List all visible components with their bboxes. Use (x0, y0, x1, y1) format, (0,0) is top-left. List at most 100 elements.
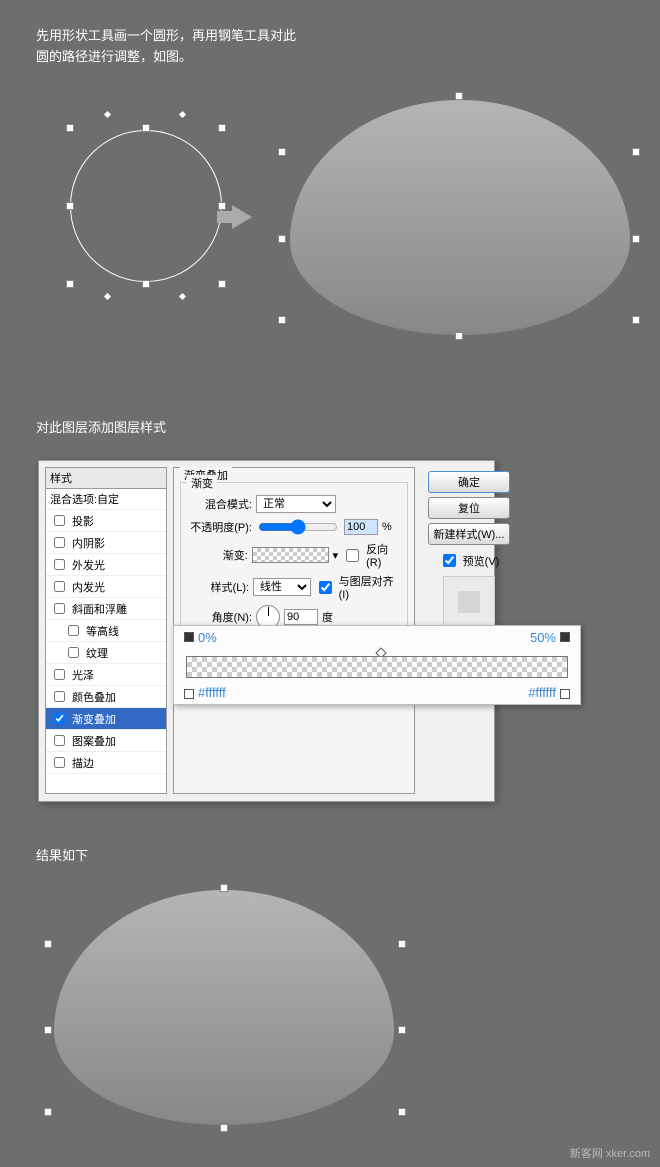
label: 外发光 (72, 557, 105, 573)
bbox-handle (66, 280, 74, 288)
blend-mode-label: 混合模式: (187, 496, 252, 512)
ok-button[interactable]: 确定 (428, 471, 510, 493)
styles-header: 样式 (46, 468, 166, 489)
align-label: 与图层对齐(I) (339, 573, 401, 601)
checkbox[interactable] (54, 581, 65, 592)
gradient-preview[interactable] (252, 547, 329, 563)
angle-label: 角度(N): (187, 609, 252, 625)
stop1-opacity: 0% (198, 630, 217, 645)
bbox-handle (44, 940, 52, 948)
bbox-handle (278, 316, 286, 324)
label: 颜色叠加 (72, 689, 116, 705)
checkbox[interactable] (68, 647, 79, 658)
instruction-text-2: 对此图层添加图层样式 (36, 418, 166, 439)
style-item-color-overlay[interactable]: 颜色叠加 (46, 686, 166, 708)
checkbox[interactable] (54, 515, 65, 526)
angle-unit: 度 (322, 609, 333, 625)
bbox-handle (220, 884, 228, 892)
opacity-unit: % (382, 521, 392, 533)
opacity-stop-right[interactable] (560, 632, 570, 644)
style-item-texture[interactable]: 纹理 (46, 642, 166, 664)
preview-swatch (458, 591, 480, 613)
checkbox[interactable] (54, 669, 65, 680)
arrow-icon (232, 205, 252, 229)
stop2-opacity: 50% (530, 630, 556, 645)
label: 内阴影 (72, 535, 105, 551)
bbox-handle (398, 1026, 406, 1034)
blend-options-row[interactable]: 混合选项:自定 (46, 489, 166, 510)
opacity-stop-left[interactable] (184, 632, 194, 644)
checkbox[interactable] (54, 691, 65, 702)
label: 纹理 (86, 645, 108, 661)
style-item-pattern-overlay[interactable]: 图案叠加 (46, 730, 166, 752)
style-select[interactable]: 线性 (253, 578, 311, 596)
style-item-contour[interactable]: 等高线 (46, 620, 166, 642)
style-item-gradient-overlay[interactable]: 渐变叠加 (46, 708, 166, 730)
anchor-point (104, 293, 111, 300)
bbox-handle (632, 148, 640, 156)
label: 光泽 (72, 667, 94, 683)
style-item-inner-shadow[interactable]: 内阴影 (46, 532, 166, 554)
dropdown-icon[interactable]: ▾ (333, 549, 339, 562)
checkbox[interactable] (54, 603, 65, 614)
preview-checkbox[interactable] (443, 554, 456, 567)
label: 图案叠加 (72, 733, 116, 749)
bbox-handle (142, 124, 150, 132)
watermark-text: 新客网 xker.com (570, 1145, 650, 1161)
opacity-slider[interactable] (258, 519, 338, 535)
opacity-label: 不透明度(P): (187, 519, 252, 535)
checkbox[interactable] (68, 625, 79, 636)
instruction-text-3: 结果如下 (36, 846, 88, 867)
dome-shape-result (290, 100, 630, 335)
align-checkbox[interactable] (319, 581, 332, 594)
style-item-inner-glow[interactable]: 内发光 (46, 576, 166, 598)
bbox-handle (66, 202, 74, 210)
style-item-shadow[interactable]: 投影 (46, 510, 166, 532)
bbox-handle (44, 1108, 52, 1116)
bbox-handle (398, 940, 406, 948)
new-style-button[interactable]: 新建样式(W)... (428, 523, 510, 545)
checkbox[interactable] (54, 713, 65, 724)
style-item-satin[interactable]: 光泽 (46, 664, 166, 686)
bbox-handle (142, 280, 150, 288)
label: 投影 (72, 513, 94, 529)
checkbox[interactable] (54, 757, 65, 768)
preview-swatch-box (443, 576, 495, 628)
angle-input[interactable] (284, 609, 318, 625)
style-list-panel: 样式 混合选项:自定 投影 内阴影 外发光 内发光 斜面和浮雕 等高线 纹理 光… (45, 467, 167, 794)
bbox-handle (218, 124, 226, 132)
blend-mode-select[interactable]: 正常 (256, 495, 336, 513)
gradient-bar[interactable] (186, 656, 568, 678)
label: 等高线 (86, 623, 119, 639)
group-title: 渐变 (187, 475, 217, 491)
bbox-handle (398, 1108, 406, 1116)
preview-label: 预览(V) (463, 553, 500, 569)
dome-shape-final (54, 890, 394, 1125)
style-item-outer-glow[interactable]: 外发光 (46, 554, 166, 576)
checkbox[interactable] (54, 735, 65, 746)
label: 描边 (72, 755, 94, 771)
label: 渐变叠加 (72, 711, 116, 727)
bbox-handle (218, 202, 226, 210)
style-item-bevel[interactable]: 斜面和浮雕 (46, 598, 166, 620)
color-stop-left[interactable] (184, 687, 194, 699)
reverse-checkbox[interactable] (346, 549, 359, 562)
checkbox[interactable] (54, 537, 65, 548)
label: 斜面和浮雕 (72, 601, 127, 617)
bbox-handle (278, 148, 286, 156)
bbox-handle (455, 332, 463, 340)
circle-path-shape (70, 130, 222, 282)
bbox-handle (632, 316, 640, 324)
bbox-handle (632, 235, 640, 243)
color-stop-right[interactable] (560, 687, 570, 699)
bbox-handle (218, 280, 226, 288)
opacity-input[interactable] (344, 519, 378, 535)
reset-button[interactable]: 复位 (428, 497, 510, 519)
gradient-label: 渐变: (187, 547, 248, 563)
style-item-stroke[interactable]: 描边 (46, 752, 166, 774)
bbox-handle (44, 1026, 52, 1034)
bbox-handle (455, 92, 463, 100)
anchor-point (104, 111, 111, 118)
anchor-point (179, 293, 186, 300)
checkbox[interactable] (54, 559, 65, 570)
